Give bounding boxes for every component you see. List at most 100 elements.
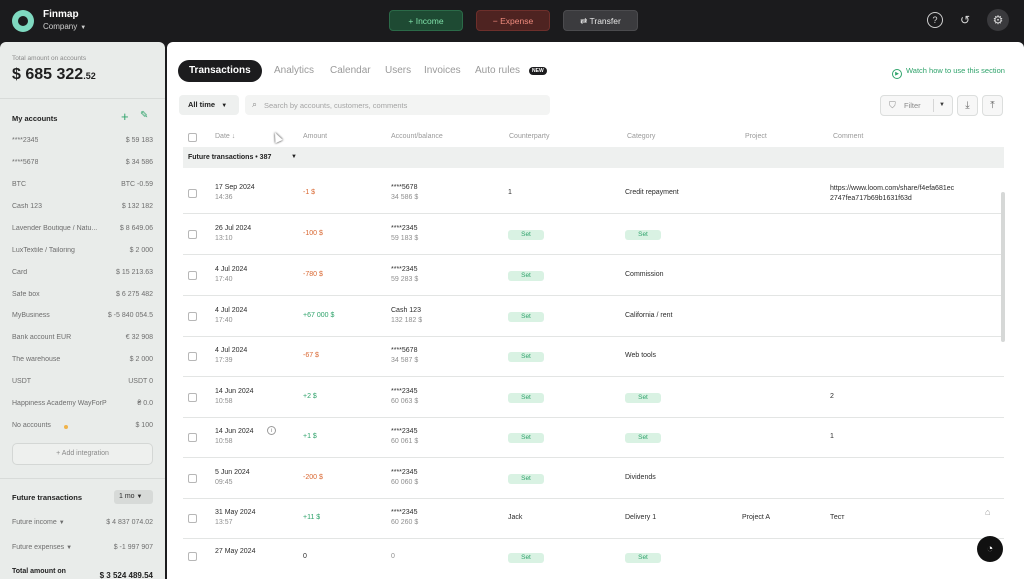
set-counterparty-button[interactable]: Set (508, 393, 544, 403)
search-input[interactable] (264, 95, 544, 115)
set-category-button[interactable]: Set (625, 433, 661, 443)
account-row[interactable]: BTC BTC -0.59 (12, 181, 153, 193)
table-row[interactable]: 4 Jul 2024 17:39 -67 $ ****5678 34 587 $ S… (183, 337, 1004, 377)
table-row[interactable]: 4 Jul 2024 17:40 +67 000 $ Cash 123 132 18… (183, 297, 1004, 337)
category-cell[interactable]: Web tools (625, 352, 656, 359)
column-header-counterparty[interactable]: Counterparty (509, 133, 549, 140)
column-header-project[interactable]: Project (745, 133, 767, 140)
account-row[interactable]: LuxTextile / Tailoring $ 2 000 (12, 247, 153, 259)
account-row[interactable]: Lavender Boutique / Natu... $ 8 649.06 (12, 225, 153, 237)
help-icon[interactable]: ? (927, 12, 943, 28)
comment-cell[interactable]: 2 (830, 393, 834, 400)
tab-analytics[interactable]: Analytics (274, 65, 314, 76)
set-category-button[interactable]: Set (625, 230, 661, 240)
row-checkbox[interactable] (188, 352, 197, 361)
set-counterparty-button[interactable]: Set (508, 271, 544, 281)
row-checkbox[interactable] (188, 474, 197, 483)
row-checkbox[interactable] (188, 514, 197, 523)
set-category-button[interactable]: Set (625, 553, 661, 563)
chat-icon[interactable]: ◔ (977, 536, 1003, 562)
account-row[interactable]: The warehouse $ 2 000 (12, 356, 153, 368)
filter-button[interactable]: ⛉ Filter ▼ (880, 95, 953, 116)
project-cell[interactable]: Project A (742, 514, 770, 521)
account-name: Bank account EUR (12, 334, 72, 341)
tab-auto-rules[interactable]: Auto rules (475, 65, 520, 76)
column-header-category[interactable]: Category (627, 133, 655, 140)
account-row[interactable]: ****5678 $ 34 586 (12, 159, 153, 171)
row-checkbox[interactable] (188, 433, 197, 442)
edit-accounts-icon[interactable]: ✎ (140, 110, 148, 121)
table-row[interactable]: 5 Jun 2024 09:45 -200 $ ****2345 60 060 $ … (183, 459, 1004, 499)
row-checkbox[interactable] (188, 271, 197, 280)
row-checkbox[interactable] (188, 312, 197, 321)
table-row[interactable]: 17 Sep 2024 14:36 -1 $ ****5678 34 586 $ 1… (183, 174, 1004, 214)
category-cell[interactable]: California / rent (625, 312, 672, 319)
table-scrollbar[interactable] (1001, 192, 1005, 342)
set-category-button[interactable]: Set (625, 393, 661, 403)
tab-users[interactable]: Users (385, 65, 411, 76)
tag-icon[interactable]: ⌂ (985, 507, 990, 517)
column-header-date[interactable]: Date ↓ (215, 133, 235, 140)
future-transactions-group[interactable]: Future transactions • 387 ▼ (183, 147, 1004, 168)
category-cell[interactable]: Dividends (625, 474, 656, 481)
account-row[interactable]: Safe box $ 6 275 482 (12, 291, 153, 303)
account-row[interactable]: Cash 123 $ 132 182 (12, 203, 153, 215)
counterparty-cell[interactable]: 1 (508, 189, 512, 196)
income-button[interactable]: + Income (389, 10, 463, 31)
expense-button[interactable]: − Expense (476, 10, 550, 31)
company-switcher[interactable]: Company ▼ (43, 22, 86, 31)
account-row[interactable]: MyBusiness $ -5 840 054.5 (12, 312, 153, 324)
history-icon[interactable]: ↺ (956, 11, 974, 29)
set-counterparty-button[interactable]: Set (508, 474, 544, 484)
set-counterparty-button[interactable]: Set (508, 312, 544, 322)
comment-cell[interactable]: Тест (830, 514, 844, 521)
period-select[interactable]: All time ▼ (179, 95, 239, 115)
column-header-comment[interactable]: Comment (833, 133, 863, 140)
counterparty-cell[interactable]: Jack (508, 514, 522, 521)
row-checkbox[interactable] (188, 230, 197, 239)
account-row[interactable]: Happiness Academy WayForPay ₴ 0.0 (12, 400, 153, 412)
upload-icon[interactable]: ⤒ (982, 95, 1003, 116)
row-checkbox[interactable] (188, 189, 197, 198)
tab-transactions[interactable]: Transactions (178, 60, 262, 82)
comment-cell[interactable]: 1 (830, 433, 834, 440)
account-name: Lavender Boutique / Natu... (12, 225, 98, 232)
add-account-icon[interactable]: + (121, 109, 129, 124)
table-row[interactable]: 27 May 2024 0 0 Set Set (183, 540, 1004, 579)
row-checkbox[interactable] (188, 552, 197, 561)
chevron-down-icon[interactable]: ▼ (939, 96, 945, 115)
column-header-account[interactable]: Account/balance (391, 133, 443, 140)
account-row[interactable]: No accounts $ 100 (12, 422, 153, 434)
set-counterparty-button[interactable]: Set (508, 553, 544, 563)
account-row[interactable]: Bank account EUR € 32 908 (12, 334, 153, 346)
time: 17:40 (215, 317, 233, 324)
add-integration-button[interactable]: + Add integration (12, 443, 153, 465)
watch-tutorial-link[interactable]: ▶ Watch how to use this section (892, 66, 1005, 79)
account-row[interactable]: ****2345 $ 59 183 (12, 137, 153, 149)
select-all-checkbox[interactable] (188, 133, 197, 142)
account-row[interactable]: USDT USDT 0 (12, 378, 153, 390)
category-cell[interactable]: Credit repayment (625, 189, 679, 196)
row-checkbox[interactable] (188, 393, 197, 402)
tab-invoices[interactable]: Invoices (424, 65, 461, 76)
finmap-logo-icon[interactable] (12, 10, 34, 32)
set-counterparty-button[interactable]: Set (508, 352, 544, 362)
table-row[interactable]: 26 Jul 2024 13:10 -100 $ ****2345 59 183 $… (183, 215, 1004, 255)
tab-calendar[interactable]: Calendar (330, 65, 371, 76)
download-icon[interactable]: ⤓ (957, 95, 978, 116)
table-row[interactable]: 4 Jul 2024 17:40 -780 $ ****2345 59 283 $ … (183, 256, 1004, 296)
comment-cell[interactable]: https://www.loom.com/share/f4efa681ec 27… (830, 184, 980, 204)
category-cell[interactable]: Commission (625, 271, 664, 278)
settings-icon[interactable]: ⚙ (987, 9, 1009, 31)
table-row[interactable]: 31 May 2024 13:57 +11 $ ****2345 60 260 $ … (183, 499, 1004, 539)
column-header-amount[interactable]: Amount (303, 133, 327, 140)
table-row[interactable]: 14 Jun 2024 10:58 +2 $ ****2345 60 063 $ S… (183, 378, 1004, 418)
set-counterparty-button[interactable]: Set (508, 433, 544, 443)
transfer-button[interactable]: ⇄ Transfer (563, 10, 638, 31)
set-counterparty-button[interactable]: Set (508, 230, 544, 240)
category-cell[interactable]: Delivery 1 (625, 514, 656, 521)
table-row[interactable]: 14 Jun 2024 10:58 i +1 $ ****2345 60 061 $… (183, 418, 1004, 458)
account-row[interactable]: Card $ 15 213.63 (12, 269, 153, 281)
info-icon[interactable]: i (267, 426, 276, 435)
future-period-select[interactable]: 1 mo ▼ (114, 490, 153, 504)
